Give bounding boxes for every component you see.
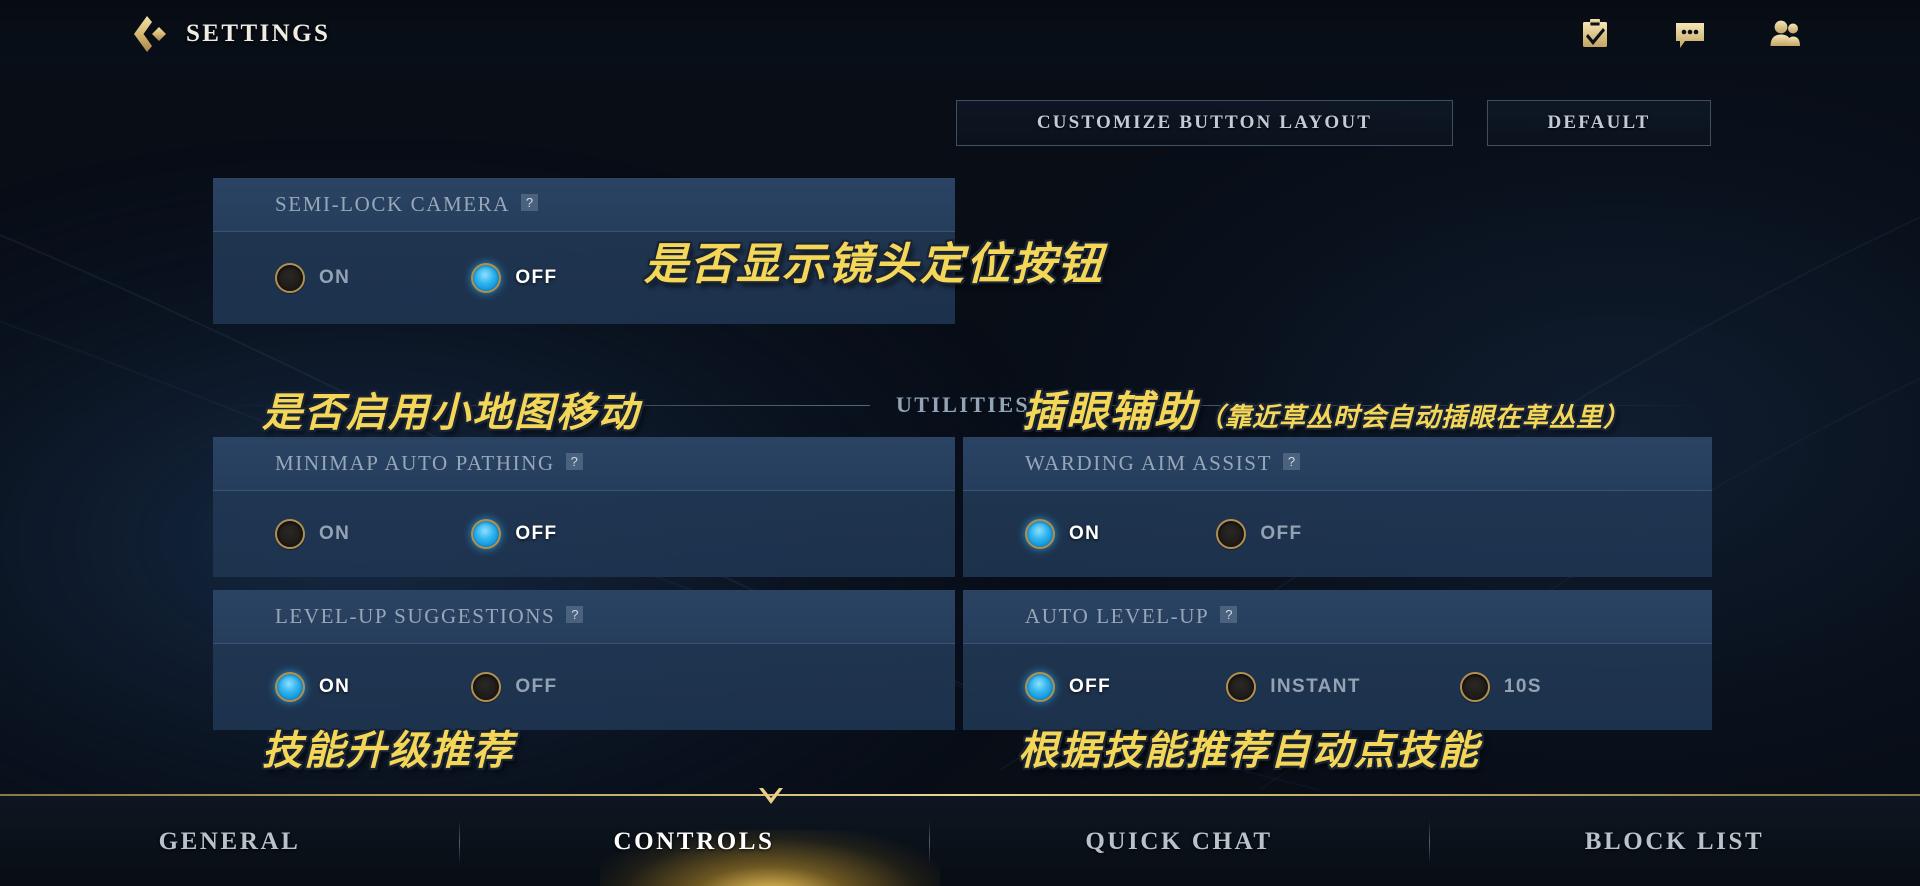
help-icon[interactable]: ?: [1283, 453, 1300, 470]
setting-header-level-up-suggestions: LEVEL-UP SUGGESTIONS ?: [213, 590, 955, 644]
radio-icon: [275, 519, 305, 549]
option-minimap-auto-pathing-off[interactable]: OFF: [471, 519, 557, 549]
option-auto-level-up-off[interactable]: OFF: [1025, 672, 1111, 702]
setting-header-auto-level-up: AUTO LEVEL-UP ?: [963, 590, 1712, 644]
setting-title: LEVEL-UP SUGGESTIONS: [275, 604, 556, 628]
radio-icon: [471, 672, 502, 702]
radio-icon: [1025, 672, 1055, 702]
setting-header-semi-lock-camera: SEMI-LOCK CAMERA ?: [213, 178, 955, 232]
tab-quick-chat[interactable]: QUICK CHAT: [929, 796, 1429, 886]
option-label: OFF: [1260, 523, 1303, 544]
option-auto-level-up-10s[interactable]: 10S: [1459, 672, 1542, 702]
missions-clipboard-icon[interactable]: [1578, 16, 1612, 50]
friends-icon[interactable]: [1768, 16, 1802, 50]
setting-panel-level-up-suggestions: LEVEL-UP SUGGESTIONS ? ON OFF: [213, 590, 955, 730]
radio-icon: [1025, 519, 1055, 549]
option-semi-lock-camera-on[interactable]: ON: [275, 263, 350, 293]
annotation-semi-lock-camera: 是否显示镜头定位按钮: [644, 239, 1104, 290]
setting-panel-warding-aim-assist: WARDING AIM ASSIST ? ON OFF: [963, 437, 1712, 577]
option-warding-aim-assist-on[interactable]: ON: [1025, 519, 1100, 549]
default-button[interactable]: DEFAULT: [1487, 100, 1711, 146]
option-semi-lock-camera-off[interactable]: OFF: [471, 263, 557, 293]
page-title: SETTINGS: [186, 20, 331, 47]
option-label: INSTANT: [1270, 676, 1361, 697]
chat-bubble-icon[interactable]: [1673, 16, 1707, 50]
annotation-level-up-suggestions: 技能升级推荐: [262, 728, 514, 774]
radio-icon: [275, 263, 305, 293]
annotation-minimap-auto-pathing: 是否启用小地图移动: [262, 390, 640, 436]
option-level-up-suggestions-on[interactable]: ON: [275, 672, 350, 702]
radio-icon: [1459, 672, 1490, 702]
option-label: OFF: [515, 267, 558, 288]
radio-icon: [1216, 519, 1247, 549]
setting-options-row: ON OFF: [213, 491, 955, 577]
radio-icon: [1226, 672, 1257, 702]
option-label: ON: [1069, 523, 1101, 544]
annotation-note-text: （靠近草丛时会自动插眼在草丛里）: [1198, 403, 1631, 433]
annotation-warding-aim-assist: 插眼辅助（靠近草丛时会自动插眼在草丛里）: [1022, 378, 1630, 439]
help-icon[interactable]: ?: [565, 453, 583, 470]
tab-general[interactable]: GENERAL: [0, 796, 459, 886]
option-label: ON: [319, 267, 351, 288]
option-auto-level-up-instant[interactable]: INSTANT: [1226, 672, 1361, 702]
setting-header-minimap-auto-pathing: MINIMAP AUTO PATHING ?: [213, 437, 955, 491]
option-label: ON: [319, 676, 351, 697]
back-chevron-icon: [134, 16, 166, 52]
help-icon[interactable]: ?: [566, 606, 584, 623]
setting-title: WARDING AIM ASSIST: [1025, 451, 1272, 475]
option-label: OFF: [515, 523, 558, 544]
option-level-up-suggestions-off[interactable]: OFF: [471, 672, 557, 702]
option-label: 10S: [1503, 676, 1542, 697]
annotation-main-text: 插眼辅助: [1022, 387, 1199, 436]
back-button[interactable]: [126, 12, 172, 56]
setting-panel-auto-level-up: AUTO LEVEL-UP ? OFF INSTANT 10S: [963, 590, 1712, 730]
bottom-tab-bar: GENERAL CONTROLS QUICK CHAT BLOCK LIST: [0, 788, 1920, 886]
setting-title: MINIMAP AUTO PATHING: [275, 451, 555, 475]
setting-panel-minimap-auto-pathing: MINIMAP AUTO PATHING ? ON OFF: [213, 437, 955, 577]
option-label: OFF: [1069, 676, 1112, 697]
app-header: SETTINGS: [0, 0, 1920, 66]
radio-icon: [275, 672, 305, 702]
radio-icon: [471, 519, 502, 549]
setting-title: AUTO LEVEL-UP: [1025, 604, 1210, 628]
radio-icon: [471, 263, 502, 293]
option-label: ON: [319, 523, 351, 544]
help-icon[interactable]: ?: [1220, 606, 1238, 623]
setting-options-row: ON OFF: [963, 491, 1712, 577]
option-minimap-auto-pathing-on[interactable]: ON: [275, 519, 350, 549]
help-icon[interactable]: ?: [521, 194, 539, 211]
setting-title: SEMI-LOCK CAMERA: [275, 192, 511, 216]
option-warding-aim-assist-off[interactable]: OFF: [1216, 519, 1302, 549]
customize-button-layout-button[interactable]: CUSTOMIZE BUTTON LAYOUT: [956, 100, 1453, 146]
annotation-auto-level-up: 根据技能推荐自动点技能: [1018, 728, 1480, 774]
option-label: OFF: [515, 676, 558, 697]
tab-controls[interactable]: CONTROLS: [459, 796, 929, 886]
setting-header-warding-aim-assist: WARDING AIM ASSIST ?: [963, 437, 1712, 491]
tab-block-list[interactable]: BLOCK LIST: [1429, 796, 1920, 886]
